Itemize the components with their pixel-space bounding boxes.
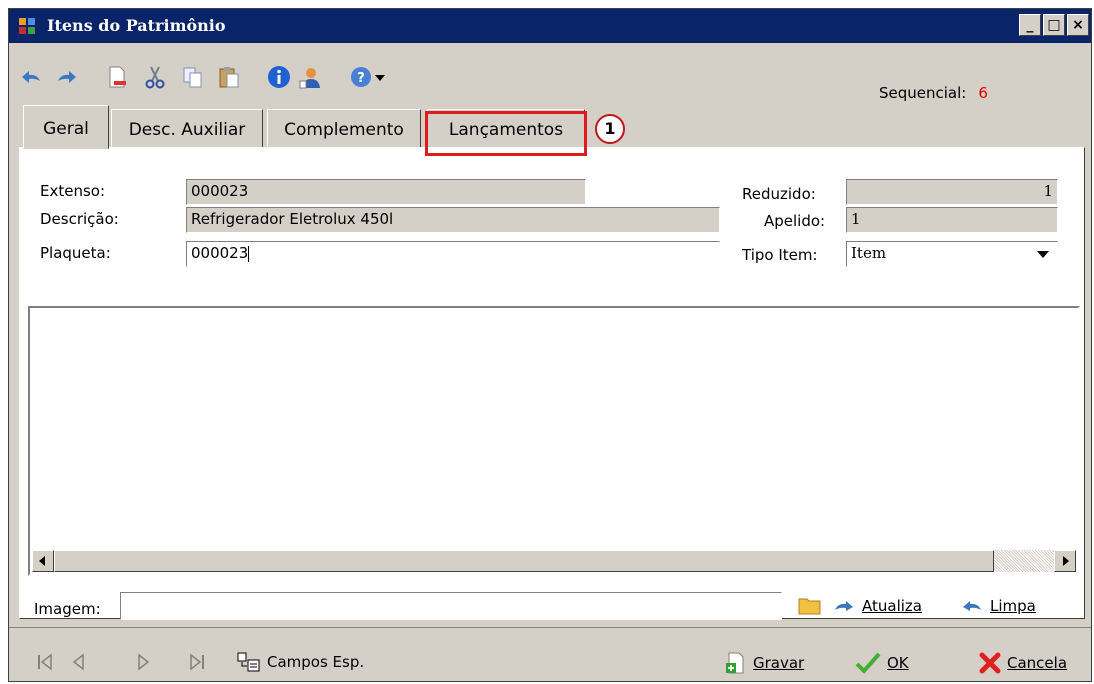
fields-icon [237, 652, 260, 672]
save-icon [726, 652, 744, 674]
undo-icon [963, 601, 981, 611]
redo-icon[interactable] [55, 65, 79, 89]
ok-label: OK [887, 654, 909, 672]
apelido-field[interactable]: 1 [846, 207, 1058, 233]
tab-geral[interactable]: Geral [23, 105, 109, 149]
extenso-label: Extenso: [40, 182, 106, 200]
svg-text:?: ? [357, 71, 365, 86]
horizontal-scrollbar[interactable] [32, 550, 1076, 572]
memo-area[interactable] [28, 306, 1080, 576]
undo-icon[interactable] [19, 65, 43, 89]
descricao-field[interactable]: Refrigerador Eletrolux 450l [186, 207, 720, 233]
plaqueta-label: Plaqueta: [40, 244, 111, 262]
reduzido-field[interactable]: 1 [846, 179, 1058, 205]
sequencial-value: 6 [978, 84, 988, 102]
last-record-icon[interactable] [187, 652, 207, 672]
atualiza-label: Atualiza [862, 597, 922, 615]
apelido-value: 1 [851, 210, 861, 228]
tipo-item-label: Tipo Item: [742, 246, 818, 264]
extenso-value: 000023 [191, 182, 249, 200]
tipo-item-value: Item [851, 244, 887, 262]
copy-icon[interactable] [181, 65, 205, 89]
help-icon[interactable]: ? [349, 65, 373, 89]
apelido-label: Apelido: [764, 212, 826, 230]
limpa-label: Limpa [990, 597, 1036, 615]
maximize-button[interactable]: □ [1043, 14, 1065, 36]
paste-icon[interactable] [217, 65, 241, 89]
user-icon[interactable] [299, 65, 323, 89]
close-button[interactable]: × [1067, 14, 1089, 36]
gravar-button[interactable]: Gravar [725, 652, 804, 674]
limpa-button[interactable]: Limpa [960, 597, 1036, 615]
descricao-value: Refrigerador Eletrolux 450l [191, 210, 394, 228]
folder-icon[interactable] [798, 596, 822, 616]
scroll-left-button[interactable] [32, 550, 54, 572]
tab-label: Desc. Auxiliar [128, 120, 246, 140]
gravar-label: Gravar [753, 654, 805, 672]
first-record-icon[interactable] [35, 652, 55, 672]
scroll-right-button[interactable] [1054, 550, 1076, 572]
window-controls: _ □ × [1019, 14, 1089, 36]
plaqueta-value: 000023 [191, 244, 249, 262]
dropdown-arrow-icon[interactable] [373, 65, 387, 89]
previous-record-icon[interactable] [69, 652, 89, 672]
toolbar: ? Sequencial: 6 [9, 43, 1091, 103]
cancel-icon [979, 652, 1001, 674]
extenso-field[interactable]: 000023 [186, 179, 586, 205]
title-bar: Itens do Patrimônio _ □ × [9, 9, 1091, 43]
arrow-left-icon [39, 556, 45, 566]
scroll-thumb[interactable] [54, 550, 994, 572]
sequencial-label: Sequencial: [879, 84, 967, 102]
plaqueta-field[interactable]: 000023 [186, 241, 720, 267]
app-icon [19, 18, 35, 34]
tab-complemento[interactable]: Complemento [267, 109, 421, 149]
sequencial: Sequencial: 6 [879, 84, 988, 102]
info-icon[interactable] [267, 65, 291, 89]
campos-esp-button[interactable]: Campos Esp. [237, 652, 364, 672]
cancela-button[interactable]: Cancela [979, 652, 1067, 674]
tab-highlight-box [425, 111, 587, 156]
tab-panel: Extenso: 000023 Descrição: Refrigerador … [19, 147, 1085, 620]
cancela-label: Cancela [1007, 654, 1068, 672]
scroll-track[interactable] [994, 550, 1054, 572]
minimize-button[interactable]: _ [1019, 14, 1041, 36]
tab-label: Geral [43, 119, 89, 139]
window: Itens do Patrimônio _ □ × ? Sequencial: … [8, 8, 1092, 682]
bottom-bar: Campos Esp. Gravar OK Cancela [9, 627, 1091, 684]
imagem-label: Imagem: [34, 600, 101, 618]
chevron-down-icon [1037, 251, 1049, 258]
callout-number: 1 [595, 114, 625, 144]
tab-label: Complemento [284, 120, 404, 140]
ok-button[interactable]: OK [855, 652, 909, 674]
imagem-input[interactable] [120, 592, 782, 620]
text-caret [248, 245, 250, 262]
window-title: Itens do Patrimônio [47, 16, 226, 35]
reduzido-value: 1 [1043, 182, 1053, 200]
refresh-icon [835, 601, 853, 611]
next-record-icon[interactable] [133, 652, 153, 672]
reduzido-label: Reduzido: [742, 185, 816, 203]
tipo-item-select[interactable]: Item [846, 241, 1058, 267]
cut-icon[interactable] [143, 65, 167, 89]
campos-esp-label: Campos Esp. [267, 653, 365, 671]
atualiza-button[interactable]: Atualiza [832, 597, 922, 615]
new-document-icon[interactable] [105, 65, 129, 89]
arrow-right-icon [1063, 556, 1069, 566]
checkmark-icon [855, 652, 881, 674]
descricao-label: Descrição: [40, 210, 119, 228]
tab-desc-auxiliar[interactable]: Desc. Auxiliar [111, 109, 263, 149]
